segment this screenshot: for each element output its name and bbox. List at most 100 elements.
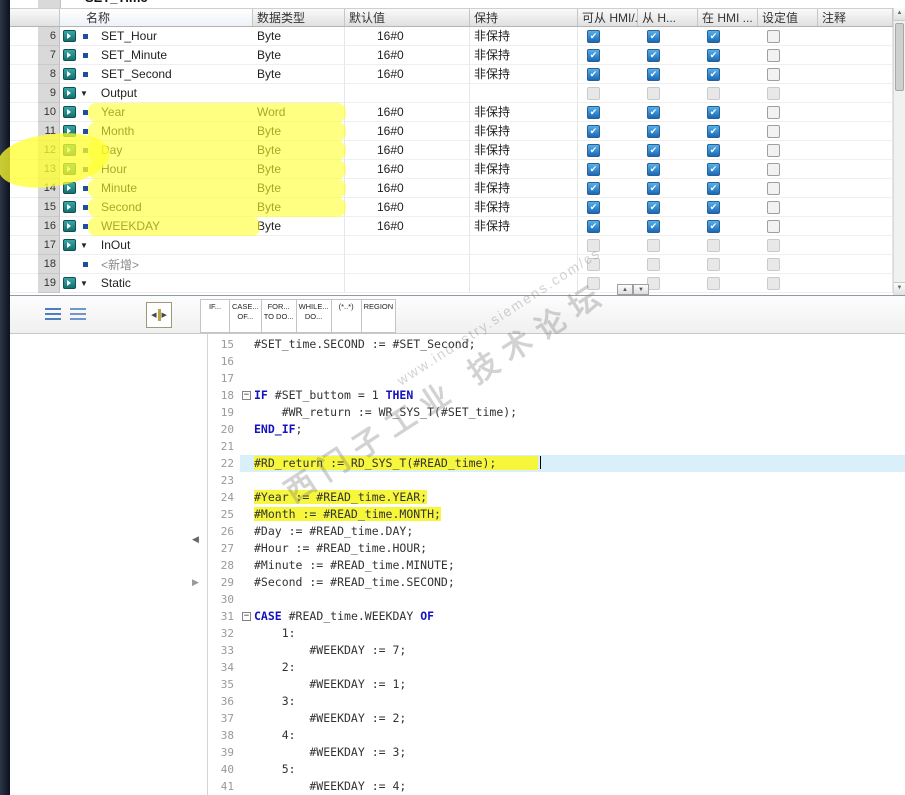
name-cell[interactable]: WEEKDAY [60,217,253,236]
checkbox[interactable]: ✔ [587,200,600,214]
checkbox-cell[interactable]: ✔ [698,65,758,84]
name-cell[interactable]: Second [60,198,253,217]
comment-cell[interactable] [818,236,893,255]
checkbox-cell[interactable]: ✔ [578,179,638,198]
checkbox-cell[interactable]: ✔ [698,27,758,46]
code-line[interactable]: 19 #WR_return := WR_SYS_T(#SET_time); [208,404,905,421]
default-cell[interactable]: 16#0 [345,27,470,46]
checkbox-cell[interactable]: ✔ [698,217,758,236]
comment-cell[interactable] [818,122,893,141]
checkbox-cell[interactable] [758,160,818,179]
checkbox-cell[interactable]: ✔ [698,103,758,122]
default-cell[interactable]: 16#0 [345,103,470,122]
checkbox[interactable]: ✔ [587,29,600,43]
code-line[interactable]: 32 1: [208,625,905,642]
retain-cell[interactable]: 非保持 [470,27,578,46]
column-header-datatype[interactable]: 数据类型 [253,9,345,26]
datatype-cell[interactable]: Byte [253,160,345,179]
code-line[interactable]: 17 [208,370,905,387]
checkbox[interactable]: ✔ [587,105,600,119]
default-cell[interactable] [345,274,470,293]
table-row[interactable]: 9 ▼ Output [10,84,893,103]
name-cell[interactable]: SET_Hour [60,27,253,46]
checkbox[interactable]: ✔ [647,105,660,119]
checkbox[interactable] [767,29,780,43]
collapse-triangle-icon[interactable]: ▼ [80,241,88,250]
table-row[interactable]: 15 Second Byte 16#0 非保持 ✔ ✔ ✔ [10,198,893,217]
code-line[interactable]: 25 #Month := #READ_time.MONTH; [208,506,905,523]
checkbox[interactable] [707,257,720,271]
code-line[interactable]: 31− CASE #READ_time.WEEKDAY OF [208,608,905,625]
checkbox-cell[interactable] [578,236,638,255]
checkbox-cell[interactable] [578,84,638,103]
checkbox-cell[interactable]: ✔ [578,160,638,179]
checkbox[interactable]: ✔ [707,67,720,81]
datatype-cell[interactable]: Byte [253,46,345,65]
checkbox[interactable] [647,257,660,271]
checkbox-cell[interactable] [758,103,818,122]
retain-cell[interactable]: 非保持 [470,65,578,84]
comment-cell[interactable] [818,160,893,179]
table-row[interactable]: 8 SET_Second Byte 16#0 非保持 ✔ ✔ ✔ [10,65,893,84]
checkbox[interactable]: ✔ [707,29,720,43]
comment-cell[interactable] [818,141,893,160]
code-line[interactable]: 39 #WEEKDAY := 3; [208,744,905,761]
code-line[interactable]: 41 #WEEKDAY := 4; [208,778,905,795]
code-line[interactable]: 23 [208,472,905,489]
checkbox[interactable]: ✔ [587,48,600,62]
code-line[interactable]: 18− IF #SET_buttom = 1 THEN [208,387,905,404]
comment-cell[interactable] [818,103,893,122]
default-cell[interactable] [345,236,470,255]
checkbox-cell[interactable] [758,179,818,198]
code-line[interactable]: 40 5: [208,761,905,778]
checkbox-cell[interactable] [758,198,818,217]
checkbox[interactable]: ✔ [707,124,720,138]
checkbox[interactable]: ✔ [707,162,720,176]
checkbox-cell[interactable]: ✔ [638,65,698,84]
checkbox[interactable]: ✔ [647,162,660,176]
checkbox-cell[interactable]: ✔ [698,141,758,160]
code-line[interactable]: 26 #Day := #READ_time.DAY; [208,523,905,540]
checkbox-cell[interactable]: ✔ [698,179,758,198]
checkbox-cell[interactable] [698,255,758,274]
datatype-cell[interactable]: Word [253,103,345,122]
column-header-retain[interactable]: 保持 [470,9,578,26]
table-row[interactable]: 6 SET_Hour Byte 16#0 非保持 ✔ ✔ ✔ [10,27,893,46]
retain-cell[interactable]: 非保持 [470,141,578,160]
checkbox[interactable]: ✔ [587,143,600,157]
code-line[interactable]: 28 #Minute := #READ_time.MINUTE; [208,557,905,574]
checkbox[interactable]: ✔ [707,200,720,214]
comment-cell[interactable] [818,217,893,236]
default-cell[interactable]: 16#0 [345,122,470,141]
code-line[interactable]: 34 2: [208,659,905,676]
checkbox[interactable]: ✔ [707,219,720,233]
checkbox-cell[interactable]: ✔ [698,46,758,65]
checkbox-cell[interactable] [758,274,818,293]
code-line[interactable]: 27 #Hour := #READ_time.HOUR; [208,540,905,557]
checkbox-cell[interactable] [758,255,818,274]
checkbox[interactable] [767,86,780,100]
scrollbar-down-arrow-icon[interactable]: ▼ [894,282,905,295]
retain-cell[interactable]: 非保持 [470,46,578,65]
column-header-hmi-from[interactable]: 从 H... [638,9,698,26]
snippet-button[interactable]: WHILE... DO... [296,299,332,333]
column-header-setpoint[interactable]: 设定值 [758,9,818,26]
scroll-down-button[interactable]: ▼ [633,284,649,295]
name-cell[interactable]: Month [60,122,253,141]
code-line[interactable]: 22 #RD_return := RD_SYS_T(#READ_time); [208,455,905,472]
code-line[interactable]: 35 #WEEKDAY := 1; [208,676,905,693]
column-header-comment[interactable]: 注释 [818,9,893,26]
fold-toggle-icon[interactable]: − [242,391,251,400]
checkbox[interactable] [767,200,780,214]
checkbox-cell[interactable] [758,27,818,46]
checkbox[interactable] [767,105,780,119]
code-line[interactable]: 37 #WEEKDAY := 2; [208,710,905,727]
retain-cell[interactable]: 非保持 [470,198,578,217]
snippet-button[interactable]: REGION [361,299,397,333]
default-cell[interactable]: 16#0 [345,65,470,84]
default-cell[interactable]: 16#0 [345,160,470,179]
code-line[interactable]: 16 [208,353,905,370]
checkbox[interactable] [767,162,780,176]
table-row[interactable]: 7 SET_Minute Byte 16#0 非保持 ✔ ✔ ✔ [10,46,893,65]
checkbox-cell[interactable]: ✔ [578,217,638,236]
